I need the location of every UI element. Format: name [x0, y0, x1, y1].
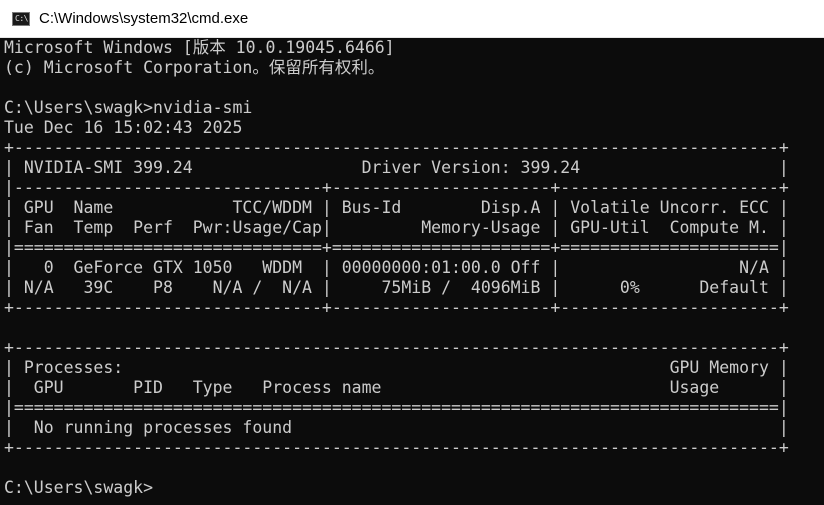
console-prompt-line[interactable]: C:\Users\swagk>: [4, 478, 153, 498]
console-line: | Fan Temp Perf Pwr:Usage/Cap| Memory-Us…: [4, 218, 789, 237]
console-line: (c) Microsoft Corporation。保留所有权利。: [4, 58, 385, 77]
console-line: +---------------------------------------…: [4, 438, 789, 457]
console-line: |=======================================…: [4, 398, 789, 417]
console-line: |-------------------------------+-------…: [4, 178, 789, 197]
console-line: |===============================+=======…: [4, 238, 789, 257]
cmd-window: C:\ C:\Windows\system32\cmd.exe Microsof…: [0, 0, 824, 505]
title-bar[interactable]: C:\ C:\Windows\system32\cmd.exe: [0, 0, 824, 38]
console-line: | GPU PID Type Process name Usage |: [4, 378, 789, 397]
console-line: C:\Users\swagk>nvidia-smi: [4, 98, 253, 117]
console-line: | No running processes found |: [4, 418, 789, 437]
console-line: Tue Dec 16 15:02:43 2025: [4, 118, 243, 137]
console-line: | GPU Name TCC/WDDM | Bus-Id Disp.A | Vo…: [4, 198, 789, 217]
cmd-icon[interactable]: C:\: [12, 12, 30, 26]
cmd-icon-glyph: C:\: [15, 14, 28, 23]
console-line: | Processes: GPU Memory |: [4, 358, 789, 377]
console-line: | N/A 39C P8 N/A / N/A | 75MiB / 4096MiB…: [4, 278, 789, 297]
console-line: | 0 GeForce GTX 1050 WDDM | 00000000:01:…: [4, 258, 789, 277]
console-line: +---------------------------------------…: [4, 338, 789, 357]
console-line: +-------------------------------+-------…: [4, 298, 789, 317]
console-line: +---------------------------------------…: [4, 138, 789, 157]
window-title: C:\Windows\system32\cmd.exe: [39, 10, 249, 27]
console-output[interactable]: Microsoft Windows [版本 10.0.19045.6466] (…: [0, 38, 824, 505]
console-line: Microsoft Windows [版本 10.0.19045.6466]: [4, 38, 395, 57]
console-line: | NVIDIA-SMI 399.24 Driver Version: 399.…: [4, 158, 789, 177]
